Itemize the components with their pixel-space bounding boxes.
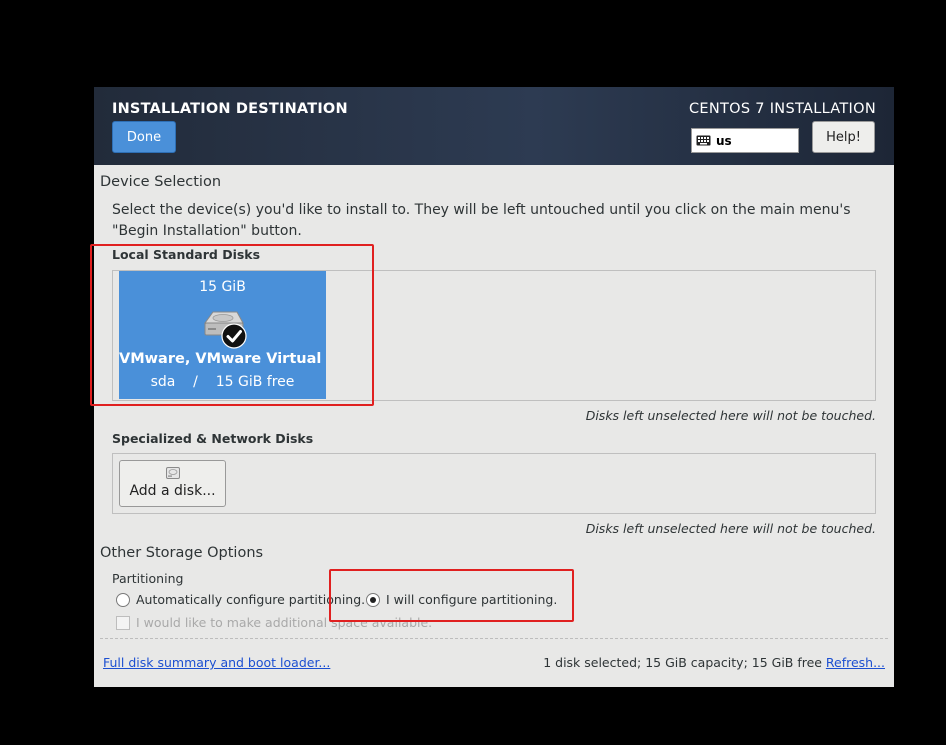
highlight-box-partitioning (329, 569, 574, 622)
extra-space-checkbox[interactable] (116, 615, 130, 630)
keyboard-layout-label: us (716, 133, 732, 148)
keyboard-icon (696, 135, 711, 146)
network-disks-heading: Specialized & Network Disks (112, 431, 314, 446)
product-title: CENTOS 7 INSTALLATION (688, 101, 876, 117)
partitioning-heading: Partitioning (112, 571, 184, 586)
device-selection-description: Select the device(s) you'd like to insta… (112, 202, 851, 239)
device-selection-heading: Device Selection (100, 174, 222, 190)
add-disk-label: Add a disk... (129, 483, 216, 499)
page-title: INSTALLATION DESTINATION (112, 101, 348, 117)
add-disk-button[interactable]: Add a disk... (119, 460, 226, 507)
other-storage-heading: Other Storage Options (100, 545, 264, 561)
auto-partitioning-option[interactable]: Automatically configure partitioning. (116, 592, 365, 607)
highlight-box-disk (90, 244, 374, 406)
refresh-link[interactable]: Refresh... (826, 655, 885, 670)
network-disks-note: Disks left unselected here will not be t… (585, 521, 876, 536)
network-disks-panel (112, 453, 876, 514)
header-bar: INSTALLATION DESTINATION CENTOS 7 INSTAL… (94, 87, 894, 165)
disk-add-icon (166, 467, 180, 479)
keyboard-layout-indicator[interactable]: us (691, 128, 799, 153)
auto-partitioning-radio[interactable] (116, 592, 130, 607)
done-button[interactable]: Done (112, 121, 176, 153)
help-button[interactable]: Help! (812, 121, 875, 153)
disk-summary-text: 1 disk selected; 15 GiB capacity; 15 GiB… (543, 655, 822, 670)
full-disk-summary-link[interactable]: Full disk summary and boot loader... (103, 655, 330, 670)
local-disks-note: Disks left unselected here will not be t… (585, 408, 876, 423)
section-divider (100, 638, 888, 639)
